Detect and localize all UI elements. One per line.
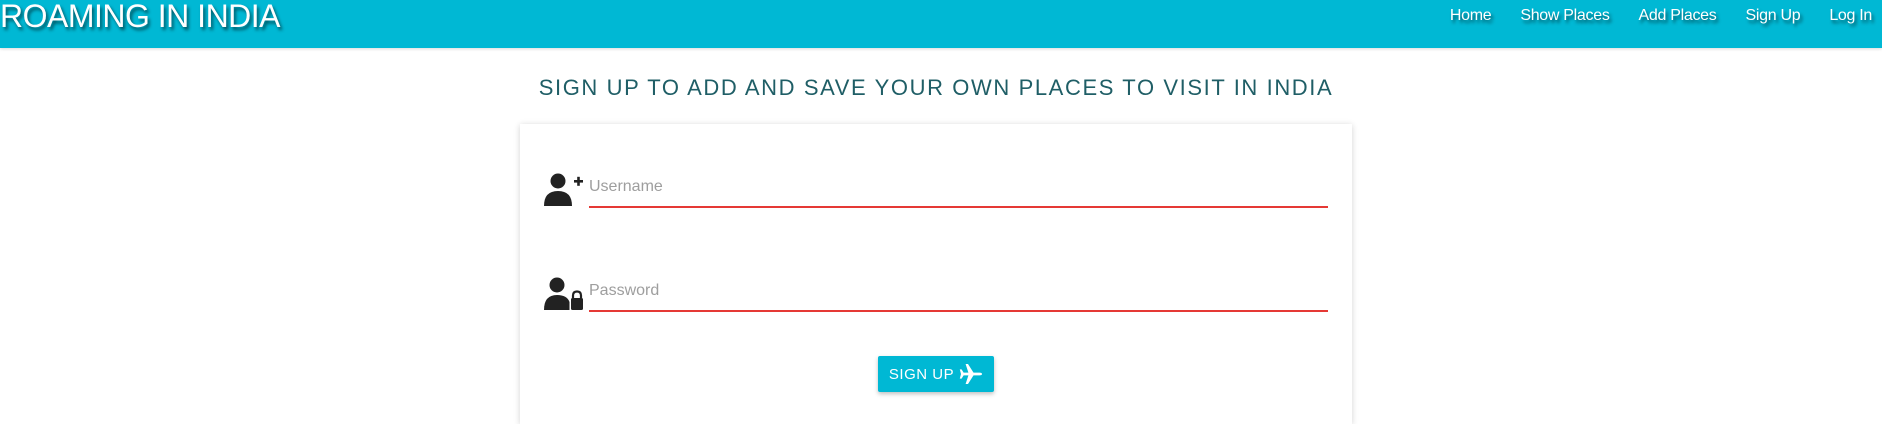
top-navbar: ROAMING IN INDIA Home Show Places Add Pl…	[0, 0, 1882, 48]
user-lock-icon	[544, 276, 584, 312]
signup-form-card: SIGN UP	[520, 124, 1352, 424]
nav-link-show-places[interactable]: Show Places	[1520, 7, 1610, 25]
nav-link-home[interactable]: Home	[1450, 7, 1492, 25]
username-row	[544, 168, 1328, 216]
sign-up-button-label: SIGN UP	[888, 365, 955, 383]
password-input[interactable]	[589, 272, 1328, 312]
password-row	[544, 272, 1328, 320]
nav-link-log-in[interactable]: Log In	[1829, 7, 1872, 25]
plane-icon	[959, 363, 983, 385]
nav-link-sign-up[interactable]: Sign Up	[1745, 7, 1800, 25]
user-plus-icon	[544, 172, 584, 208]
nav-link-add-places[interactable]: Add Places	[1639, 7, 1717, 25]
nav-links: Home Show Places Add Places Sign Up Log …	[1421, 0, 1872, 32]
sign-up-button[interactable]: SIGN UP	[878, 356, 994, 392]
page-title: SIGN UP TO ADD AND SAVE YOUR OWN PLACES …	[538, 75, 1334, 100]
brand-logo-text[interactable]: ROAMING IN INDIA	[0, 0, 281, 36]
username-input[interactable]	[589, 168, 1328, 208]
